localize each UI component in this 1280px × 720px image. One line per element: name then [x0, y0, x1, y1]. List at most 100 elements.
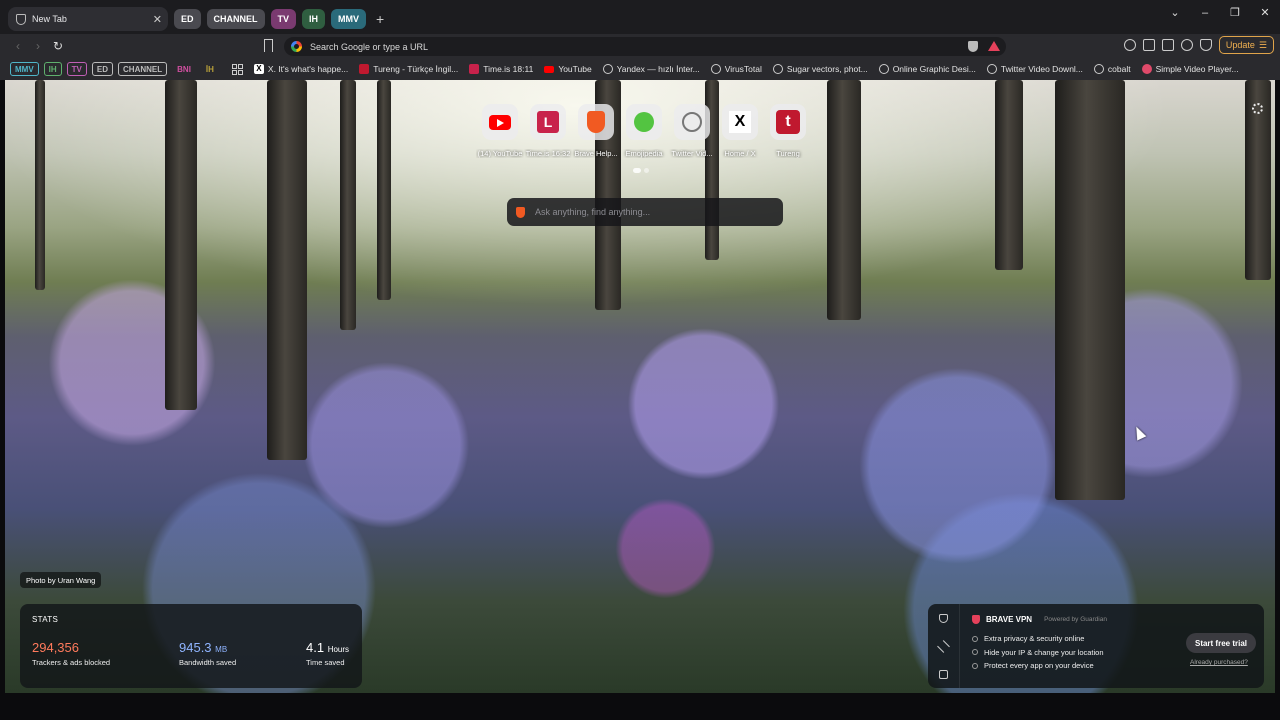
site-tile [578, 104, 614, 140]
photo-credit[interactable]: Photo by Uran Wang [20, 572, 102, 588]
site-label: Home / X [724, 149, 756, 158]
bookmark-cobalt[interactable]: cobalt [1093, 64, 1131, 74]
youtube-icon [544, 65, 555, 73]
site-tile [626, 104, 662, 140]
address-bar[interactable]: Search Google or type a URL [284, 37, 1006, 56]
bookmark-folder-ih[interactable]: IH [43, 62, 62, 76]
brave-rewards-icon[interactable] [988, 41, 1000, 51]
bookmark-tureng[interactable]: Tureng - Türkçe İngil... [359, 64, 458, 74]
bookmark-sugar-vectors[interactable]: Sugar vectors, phot... [772, 64, 868, 74]
vpn-header: BRAVE VPN Powered by Guardian [972, 615, 1107, 624]
tab-list-chevron-icon[interactable]: ⌄ [1160, 6, 1190, 19]
bookmark-label: Simple Video Player... [1155, 64, 1239, 74]
bookmark-folder-ih-2[interactable]: İH [201, 62, 219, 76]
tab-strip: New Tab ✕ ED CHANNEL TV IH MMV + ⌄ – ❐ ✕ [0, 0, 1280, 34]
top-sites-pager[interactable] [633, 168, 649, 173]
site-label: Time.is 16:32 [525, 149, 571, 158]
site-tile: L [530, 104, 566, 140]
simple-video-player-icon [1141, 64, 1152, 74]
gear-icon[interactable] [1252, 103, 1263, 114]
top-site-home-x[interactable]: X Home / X [716, 104, 764, 158]
tab-title: New Tab [32, 14, 67, 24]
update-button[interactable]: Update ☰ [1218, 36, 1274, 54]
cards-icon[interactable] [939, 669, 948, 679]
back-button[interactable]: ‹ [8, 39, 28, 53]
browser-window: New Tab ✕ ED CHANNEL TV IH MMV + ⌄ – ❐ ✕… [0, 0, 1280, 720]
new-tab-button[interactable]: + [376, 11, 384, 27]
bookmark-folder-mmv[interactable]: MMV [10, 62, 39, 76]
bookmark-virustotal[interactable]: VirusTotal [710, 64, 762, 74]
leo-ai-icon[interactable] [1180, 39, 1193, 51]
tab-group-ed[interactable]: ED [174, 9, 201, 29]
vpn-widget: BRAVE VPN Powered by Guardian Extra priv… [928, 604, 1264, 688]
tree-trunk [267, 80, 307, 460]
bookmark-twitter-video[interactable]: Twitter Video Downl... [986, 64, 1083, 74]
brave-shields-icon[interactable] [968, 41, 978, 52]
vpn-feature: Protect every app on your device [972, 659, 1104, 673]
youtube-icon [489, 114, 511, 130]
top-site-tureng[interactable]: t Tureng [764, 104, 812, 158]
tab-new-tab[interactable]: New Tab ✕ [8, 7, 168, 31]
top-site-time-is[interactable]: L Time.is 16:32 [524, 104, 572, 158]
stat-trackers: 294,356 Trackers & ads blocked [32, 640, 110, 667]
site-tile [674, 104, 710, 140]
tab-group-channel[interactable]: CHANNEL [206, 9, 265, 29]
tree-trunk [35, 80, 45, 290]
bookmark-youtube[interactable]: YouTube [544, 64, 592, 74]
stat-number: 945.3 [179, 640, 212, 655]
stat-time: 4.1 Hours Time saved [306, 640, 349, 667]
vpn-logo-icon [972, 615, 980, 624]
bookmark-folder-tv[interactable]: TV [66, 62, 87, 76]
time-is-icon: L [537, 111, 559, 133]
globe-icon [878, 64, 889, 74]
restore-button[interactable]: ❐ [1220, 6, 1250, 19]
already-purchased-link[interactable]: Already purchased? [1190, 659, 1248, 666]
vpn-title: BRAVE VPN [986, 615, 1033, 624]
reload-button[interactable]: ↻ [48, 39, 68, 53]
brave-lion-icon [516, 206, 525, 218]
bookmark-label: Yandex — hızlı İnter... [616, 64, 700, 74]
bookmark-folder-bni[interactable]: BNI [172, 62, 196, 76]
bookmark-simple-video-player[interactable]: Simple Video Player... [1141, 64, 1239, 74]
start-free-trial-button[interactable]: Start free trial [1186, 633, 1256, 653]
search-box[interactable]: Ask anything, find anything... [507, 198, 783, 226]
stat-value: 294,356 [32, 640, 79, 655]
bookmark-folder-channel[interactable]: CHANNEL [118, 62, 168, 76]
minimize-button[interactable]: – [1190, 7, 1220, 19]
site-label: (14) YouTube [477, 149, 523, 158]
shield-icon[interactable] [939, 613, 948, 623]
tab-group-mmv[interactable]: MMV [331, 9, 367, 29]
globe-icon [602, 64, 613, 74]
bookmark-folder-ed[interactable]: ED [91, 62, 114, 76]
wallet-icon[interactable] [1161, 39, 1174, 51]
brave-shield-icon [16, 13, 26, 25]
sidebar-icon[interactable] [1142, 39, 1155, 51]
bookmark-label: Sugar vectors, phot... [786, 64, 868, 74]
tab-group-ih[interactable]: IH [302, 9, 326, 29]
site-tile [482, 104, 518, 140]
top-site-emojipedia[interactable]: Emojipedia [620, 104, 668, 158]
top-site-brave-help[interactable]: Brave Help... [572, 104, 620, 158]
apps-grid-icon[interactable] [231, 63, 243, 75]
bookmark-x[interactable]: X X. It's what's happe... [253, 64, 349, 74]
vpn-shield-icon[interactable] [1199, 39, 1212, 51]
close-tab-icon[interactable]: ✕ [153, 13, 162, 26]
close-window-button[interactable]: ✕ [1250, 6, 1280, 19]
site-label: Brave Help... [574, 149, 618, 158]
forward-button[interactable]: › [28, 39, 48, 53]
rewards-icon[interactable] [937, 639, 950, 653]
media-icon[interactable] [1123, 39, 1136, 51]
top-site-twitter-video[interactable]: Twitter Vid... [668, 104, 716, 158]
check-icon [972, 649, 978, 656]
site-label: Twitter Vid... [671, 149, 713, 158]
globe-icon [772, 64, 783, 74]
top-site-youtube[interactable]: (14) YouTube [476, 104, 524, 158]
bookmark-icon[interactable] [264, 39, 273, 52]
tab-group-tv[interactable]: TV [270, 9, 297, 29]
bookmark-online-graphic[interactable]: Online Graphic Desi... [878, 64, 976, 74]
bookmark-time-is[interactable]: Time.is 18:11 [469, 64, 533, 74]
bookmark-yandex[interactable]: Yandex — hızlı İnter... [602, 64, 700, 74]
toolbar: ‹ › ↻ Search Google or type a URL Update… [0, 34, 1280, 58]
emoji-icon [634, 112, 654, 132]
bookmark-label: X. It's what's happe... [267, 64, 349, 74]
